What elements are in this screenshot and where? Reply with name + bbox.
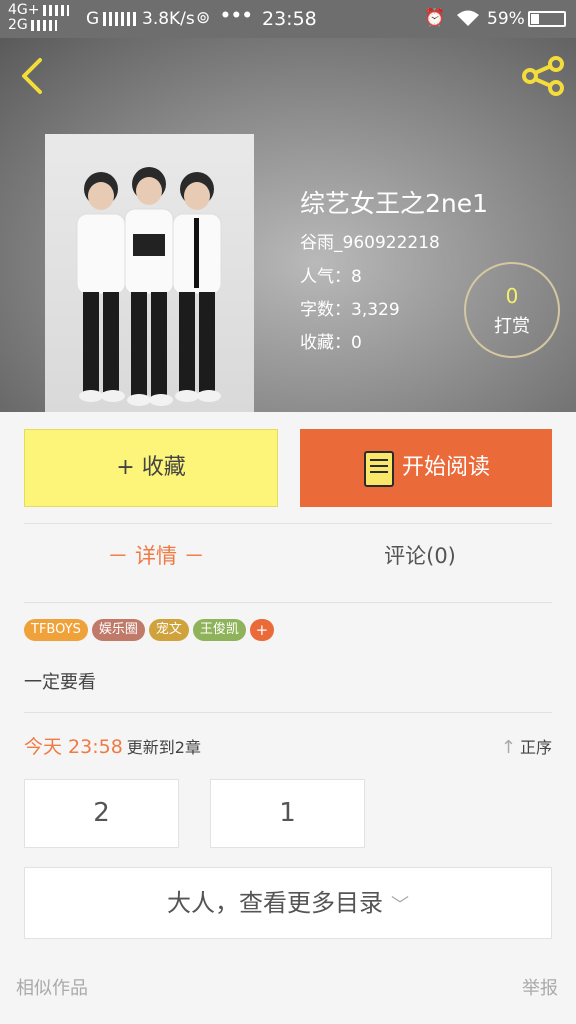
sort-label: 正序 [519, 738, 552, 757]
tab-details[interactable]: － 详情 － [24, 540, 288, 570]
more-notifications-icon: ••• [220, 6, 253, 26]
wifi-icon [455, 8, 481, 33]
sort-toggle[interactable]: ↑ 正序 [501, 734, 552, 758]
battery-icon [528, 11, 566, 27]
share-icon[interactable] [520, 56, 566, 96]
network-label-2: 2G [8, 17, 28, 33]
tag-item[interactable]: 娱乐圈 [91, 619, 145, 641]
g-signal: G [86, 9, 138, 29]
tag-item[interactable]: 王俊凯 [192, 619, 246, 641]
divider [24, 602, 552, 603]
cover-illustration [76, 167, 222, 406]
signal-bars-icon [103, 12, 138, 26]
book-header: 综艺女王之2ne1 谷雨_960922218 人气：8 字数：3,329 收藏：… [0, 38, 576, 412]
start-reading-label: 开始阅读 [402, 455, 491, 480]
chapter-item[interactable]: 1 [210, 779, 365, 848]
tag-item[interactable]: TFBOYS [24, 619, 88, 641]
report-link[interactable]: 举报 [522, 974, 558, 1000]
network-label-1: 4G+ [8, 2, 40, 18]
arrow-up-icon: ↑ [500, 737, 516, 758]
more-chapters-label: 大人，查看更多目录 [167, 889, 383, 917]
clock: 23:58 [262, 8, 317, 30]
similar-works-label: 相似作品 [16, 978, 88, 999]
popularity-stat: 人气：8 [300, 267, 362, 287]
start-reading-button[interactable]: 开始阅读 [300, 429, 552, 507]
add-favorite-button[interactable]: + 收藏 [24, 429, 278, 507]
book-author[interactable]: 谷雨_960922218 [300, 228, 440, 253]
book-cover [45, 134, 254, 412]
add-tag-button[interactable]: + [249, 619, 274, 641]
tip-label: 打赏 [494, 316, 530, 337]
sync-icon: ⊚ [196, 8, 211, 28]
tag-item[interactable]: 宠文 [148, 619, 189, 641]
book-icon [364, 451, 394, 487]
signal-bars-icon [30, 19, 57, 31]
chapter-item[interactable]: 2 [24, 779, 179, 848]
update-info: 今天 23:58 更新到2章 [24, 732, 201, 759]
update-time: 今天 23:58 [24, 736, 123, 758]
tip-count: 0 [505, 284, 519, 308]
divider [24, 523, 552, 524]
divider [24, 712, 552, 713]
book-description: 一定要看 [24, 672, 96, 693]
more-chapters-button[interactable]: 大人，查看更多目录 ﹀ [24, 867, 552, 939]
tip-button[interactable]: 0 打赏 [464, 262, 560, 358]
book-title: 综艺女王之2ne1 [300, 189, 489, 218]
chevron-down-icon: ﹀ [391, 895, 409, 916]
back-icon[interactable] [16, 56, 46, 96]
wordcount-stat: 字数：3,329 [300, 300, 400, 320]
alarm-icon: ⏰ [424, 8, 446, 28]
battery-percent: 59% [487, 9, 525, 29]
signal-bars-icon [42, 4, 69, 16]
tag-list: TFBOYS 娱乐圈 宠文 王俊凯 + [24, 619, 278, 643]
update-text: 更新到2章 [126, 738, 201, 757]
signal-indicator: 4G+ 2G [8, 3, 69, 33]
tab-comments[interactable]: 评论(0) [288, 540, 552, 570]
favorites-stat: 收藏：0 [300, 333, 362, 353]
network-speed: 3.8K/s [142, 9, 195, 29]
status-bar: 4G+ 2G G 3.8K/s ⊚ ••• 23:58 ⏰ 59% [0, 0, 576, 38]
